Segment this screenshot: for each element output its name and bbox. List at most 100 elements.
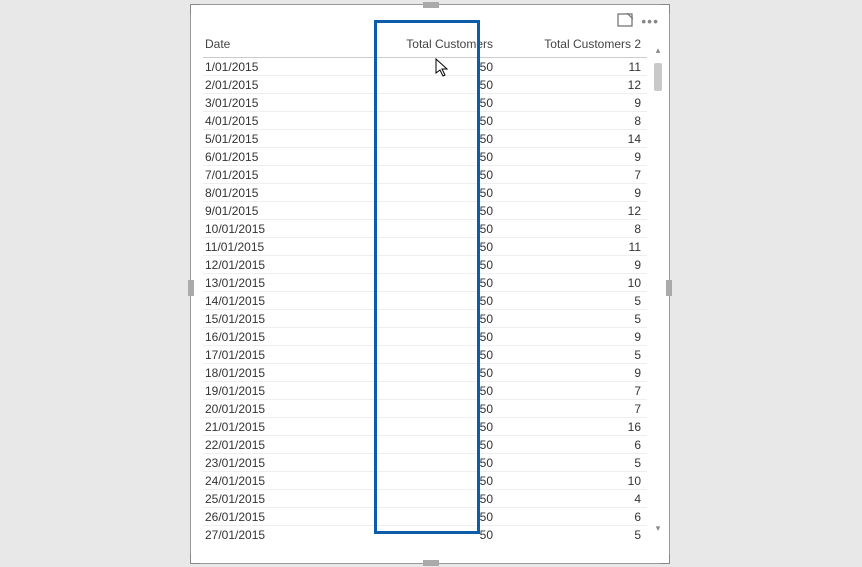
table-scroll-area[interactable]: Date Total Customers Total Customers 2 1… xyxy=(203,35,647,539)
vertical-scrollbar[interactable]: ▴ ▾ xyxy=(653,45,663,533)
scroll-thumb[interactable] xyxy=(654,63,662,91)
cell-total-customers: 50 xyxy=(351,112,499,130)
resize-handle-right[interactable] xyxy=(666,280,672,296)
cell-date: 10/01/2015 xyxy=(203,220,351,238)
cell-date: 5/01/2015 xyxy=(203,130,351,148)
table-row[interactable]: 7/01/2015507 xyxy=(203,166,647,184)
cell-total-customers-2: 7 xyxy=(499,400,647,418)
column-header-total-customers[interactable]: Total Customers xyxy=(351,35,499,58)
cell-total-customers: 50 xyxy=(351,454,499,472)
table-row[interactable]: 8/01/2015509 xyxy=(203,184,647,202)
cell-total-customers: 50 xyxy=(351,328,499,346)
cell-total-customers-2: 11 xyxy=(499,58,647,76)
cell-date: 1/01/2015 xyxy=(203,58,351,76)
table-row[interactable]: 15/01/2015505 xyxy=(203,310,647,328)
focus-mode-icon[interactable] xyxy=(617,13,633,29)
table-row[interactable]: 23/01/2015505 xyxy=(203,454,647,472)
cell-date: 20/01/2015 xyxy=(203,400,351,418)
resize-corner-tr[interactable] xyxy=(660,4,670,14)
cell-total-customers: 50 xyxy=(351,526,499,540)
cell-date: 24/01/2015 xyxy=(203,472,351,490)
table-row[interactable]: 25/01/2015504 xyxy=(203,490,647,508)
table-row[interactable]: 27/01/2015505 xyxy=(203,526,647,540)
table-row[interactable]: 6/01/2015509 xyxy=(203,148,647,166)
cell-total-customers: 50 xyxy=(351,364,499,382)
table-row[interactable]: 22/01/2015506 xyxy=(203,436,647,454)
table-row[interactable]: 17/01/2015505 xyxy=(203,346,647,364)
cell-total-customers: 50 xyxy=(351,130,499,148)
cell-date: 2/01/2015 xyxy=(203,76,351,94)
table-row[interactable]: 9/01/20155012 xyxy=(203,202,647,220)
resize-handle-top[interactable] xyxy=(423,2,439,8)
cell-date: 26/01/2015 xyxy=(203,508,351,526)
cell-total-customers: 50 xyxy=(351,436,499,454)
table-row[interactable]: 3/01/2015509 xyxy=(203,94,647,112)
cell-date: 22/01/2015 xyxy=(203,436,351,454)
cell-total-customers: 50 xyxy=(351,310,499,328)
table-row[interactable]: 5/01/20155014 xyxy=(203,130,647,148)
table-row[interactable]: 10/01/2015508 xyxy=(203,220,647,238)
cell-total-customers-2: 9 xyxy=(499,148,647,166)
cell-total-customers: 50 xyxy=(351,184,499,202)
table-row[interactable]: 21/01/20155016 xyxy=(203,418,647,436)
cell-total-customers-2: 5 xyxy=(499,346,647,364)
table-row[interactable]: 11/01/20155011 xyxy=(203,238,647,256)
cell-date: 27/01/2015 xyxy=(203,526,351,540)
scroll-up-icon[interactable]: ▴ xyxy=(653,45,663,55)
cell-total-customers-2: 12 xyxy=(499,202,647,220)
table-row[interactable]: 12/01/2015509 xyxy=(203,256,647,274)
cell-total-customers: 50 xyxy=(351,472,499,490)
cell-total-customers: 50 xyxy=(351,76,499,94)
cell-date: 17/01/2015 xyxy=(203,346,351,364)
resize-corner-tl[interactable] xyxy=(190,4,200,14)
data-table: Date Total Customers Total Customers 2 1… xyxy=(203,35,647,539)
cell-total-customers-2: 9 xyxy=(499,364,647,382)
cell-date: 11/01/2015 xyxy=(203,238,351,256)
cell-total-customers-2: 8 xyxy=(499,112,647,130)
table-row[interactable]: 16/01/2015509 xyxy=(203,328,647,346)
table-row[interactable]: 1/01/20155011 xyxy=(203,58,647,76)
table-row[interactable]: 24/01/20155010 xyxy=(203,472,647,490)
cell-total-customers: 50 xyxy=(351,346,499,364)
cell-total-customers-2: 5 xyxy=(499,292,647,310)
table-row[interactable]: 4/01/2015508 xyxy=(203,112,647,130)
table-row[interactable]: 18/01/2015509 xyxy=(203,364,647,382)
cell-total-customers: 50 xyxy=(351,94,499,112)
cell-date: 14/01/2015 xyxy=(203,292,351,310)
cell-date: 18/01/2015 xyxy=(203,364,351,382)
resize-corner-br[interactable] xyxy=(660,554,670,564)
cell-date: 21/01/2015 xyxy=(203,418,351,436)
more-options-icon[interactable]: ••• xyxy=(641,13,659,29)
cell-total-customers: 50 xyxy=(351,238,499,256)
cell-date: 23/01/2015 xyxy=(203,454,351,472)
table-row[interactable]: 13/01/20155010 xyxy=(203,274,647,292)
table-row[interactable]: 2/01/20155012 xyxy=(203,76,647,94)
table-row[interactable]: 20/01/2015507 xyxy=(203,400,647,418)
table-visual[interactable]: ••• Date Total Customers Total Customers… xyxy=(190,4,670,564)
cell-total-customers-2: 11 xyxy=(499,238,647,256)
table-row[interactable]: 14/01/2015505 xyxy=(203,292,647,310)
scroll-down-icon[interactable]: ▾ xyxy=(653,523,663,533)
cell-total-customers: 50 xyxy=(351,382,499,400)
cell-total-customers: 50 xyxy=(351,166,499,184)
table-row[interactable]: 26/01/2015506 xyxy=(203,508,647,526)
cell-total-customers-2: 10 xyxy=(499,472,647,490)
resize-corner-bl[interactable] xyxy=(190,554,200,564)
column-header-total-customers-2[interactable]: Total Customers 2 xyxy=(499,35,647,58)
resize-handle-left[interactable] xyxy=(188,280,194,296)
cell-total-customers-2: 9 xyxy=(499,94,647,112)
cell-date: 13/01/2015 xyxy=(203,274,351,292)
cell-total-customers: 50 xyxy=(351,148,499,166)
cell-total-customers-2: 12 xyxy=(499,76,647,94)
cell-total-customers-2: 6 xyxy=(499,436,647,454)
cell-total-customers: 50 xyxy=(351,508,499,526)
column-header-date[interactable]: Date xyxy=(203,35,351,58)
cell-total-customers-2: 9 xyxy=(499,256,647,274)
cell-date: 15/01/2015 xyxy=(203,310,351,328)
resize-handle-bottom[interactable] xyxy=(423,560,439,566)
cell-date: 4/01/2015 xyxy=(203,112,351,130)
table-row[interactable]: 19/01/2015507 xyxy=(203,382,647,400)
cell-total-customers: 50 xyxy=(351,418,499,436)
cell-total-customers: 50 xyxy=(351,292,499,310)
cell-date: 8/01/2015 xyxy=(203,184,351,202)
